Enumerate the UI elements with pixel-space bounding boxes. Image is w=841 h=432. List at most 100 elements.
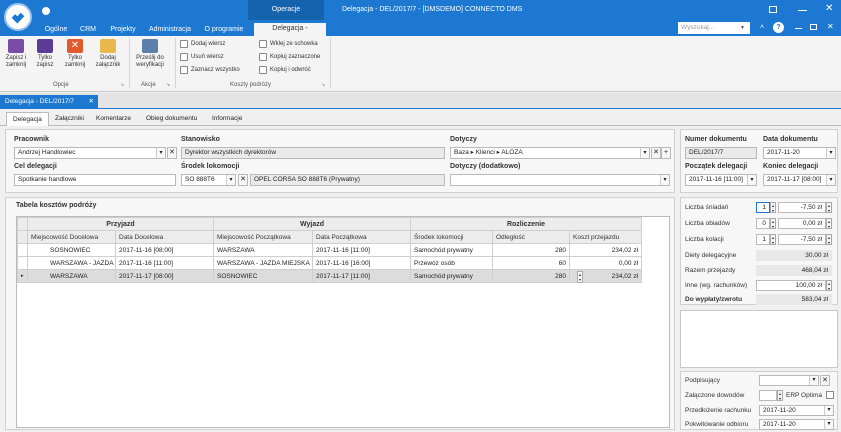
chevron-down-icon[interactable]: ▾ <box>226 175 235 185</box>
tab-delegacja-context[interactable]: Delegacja - DEL/2017/7 <box>254 23 326 44</box>
tab-o-programie[interactable]: O programie <box>203 24 245 36</box>
send-to-verification-button[interactable]: Prześlij do weryfikacji <box>132 39 168 69</box>
table-cell[interactable]: 2017-11-16 [11:00] <box>115 256 214 270</box>
spin-button[interactable]: ▴ ▾ <box>770 234 776 245</box>
chevron-down-icon[interactable]: ▾ <box>640 148 649 158</box>
copy-selected-button[interactable]: Kopiuj zaznaczone <box>259 53 320 61</box>
column-header[interactable]: Data Docelowa <box>115 230 214 244</box>
poczatek-field[interactable]: 2017-11-16 [11:00] ▾ <box>685 174 757 186</box>
tab-obieg-dokumentu[interactable]: Obieg dokumentu <box>146 112 197 126</box>
pokwitowanie-field[interactable]: 2017-11-20 ▾ <box>759 419 834 430</box>
chevron-down-icon[interactable]: ▾ <box>826 175 835 185</box>
kolacji-count[interactable]: 1 <box>756 234 770 245</box>
spin-button[interactable]: ▴ ▾ <box>826 218 832 229</box>
table-cell[interactable]: SOSNOWIEC <box>213 269 313 283</box>
clear-button[interactable]: ✕ <box>238 174 248 186</box>
window-minimize-icon[interactable] <box>798 10 807 11</box>
table-cell[interactable]: 60 <box>492 256 570 270</box>
kolacji-amount[interactable]: -7,50 zł <box>778 234 826 245</box>
inne-value[interactable]: 100,00 zł <box>756 280 826 291</box>
koniec-field[interactable]: 2017-11-17 [08:00] ▾ <box>763 174 836 186</box>
sniadan-amount[interactable]: -7,50 zł <box>778 202 826 213</box>
app-logo-icon[interactable] <box>4 3 32 31</box>
table-row[interactable]: SOSNOWIEC 2017-11-16 [08:00] WARSZAWA 20… <box>17 243 643 257</box>
tab-komentarze[interactable]: Komentarze <box>96 112 131 126</box>
mdi-restore-icon[interactable] <box>810 24 817 30</box>
pracownik-field[interactable]: Andrzej Handlowiec ▾ <box>14 147 166 159</box>
column-header[interactable]: Koszt przejazdu <box>568 230 643 244</box>
spin-button[interactable]: ▴ ▾ <box>826 202 832 213</box>
table-cell[interactable]: 2017-11-17 [11:00] <box>312 269 411 283</box>
spin-button[interactable]: ▴ ▾ <box>826 234 832 245</box>
przedlozenie-field[interactable]: 2017-11-20 ▾ <box>759 405 834 416</box>
spin-button[interactable]: ▴ ▾ <box>770 202 776 213</box>
table-cell[interactable]: 280 <box>492 269 570 283</box>
table-cell[interactable]: Przewóz osób <box>410 256 493 270</box>
help-icon[interactable]: ? <box>773 22 784 33</box>
copy-reverse-button[interactable]: Kopiuj i odwróć <box>259 66 311 74</box>
chevron-down-icon[interactable]: ▾ <box>824 420 833 429</box>
tab-projekty[interactable]: Projekty <box>106 24 140 36</box>
spin-button[interactable]: ▴ ▾ <box>577 271 583 283</box>
delete-row-button[interactable]: Usuń wiersz <box>180 53 224 61</box>
mdi-close-icon[interactable]: ✕ <box>827 22 834 31</box>
spin-button[interactable]: ▴ ▾ <box>826 280 832 291</box>
clear-button[interactable]: ✕ <box>820 375 830 386</box>
data-field[interactable]: 2017-11-20 ▾ <box>763 147 836 159</box>
table-cell[interactable]: SOSNOWIEC <box>27 243 116 257</box>
group-launcher-icon[interactable]: ↘ <box>321 82 325 88</box>
dotyczy-field[interactable]: Baza ▸ Klienci ▸ ALOZA ▾ <box>450 147 650 159</box>
search-dropdown-icon[interactable]: ▼ <box>740 25 745 31</box>
add-row-button[interactable]: Dodaj wiersz <box>180 40 225 48</box>
save-only-button[interactable]: Tylko zapisz <box>33 39 57 69</box>
document-tab[interactable]: Delegacja - DEL/2017/7 ✕ <box>0 95 98 109</box>
column-header[interactable]: Miejscowość Początkowa <box>213 230 313 244</box>
erp-optima-checkbox[interactable] <box>826 391 834 399</box>
spin-button[interactable]: ▴ ▾ <box>770 218 776 229</box>
group-launcher-icon[interactable]: ↘ <box>120 82 124 88</box>
mdi-minimize-icon[interactable] <box>795 28 802 29</box>
notes-textarea[interactable] <box>680 310 838 368</box>
tab-close-icon[interactable]: ✕ <box>89 95 94 109</box>
close-only-button[interactable]: ✕ Tylko zamknij <box>62 39 88 69</box>
table-row[interactable]: WARSZAWA - JAZDA MIEJS... 2017-11-16 [11… <box>17 256 643 270</box>
table-cell[interactable]: 280 <box>492 243 570 257</box>
obiadow-amount[interactable]: 0,00 zł <box>778 218 826 229</box>
zalaczone-value[interactable] <box>759 390 777 401</box>
column-header[interactable]: Środek lokomocji <box>410 230 493 244</box>
obiadow-count[interactable]: 0 <box>756 218 770 229</box>
tab-delegacja[interactable]: Delegacja <box>6 112 49 126</box>
cel-field[interactable]: Spotkanie handlowe <box>14 174 176 186</box>
clear-button[interactable]: ✕ <box>651 147 661 159</box>
add-button[interactable]: + <box>661 147 671 159</box>
table-cell[interactable]: 2017-11-17 [08:00] <box>115 269 214 283</box>
tab-administracja[interactable]: Administracja <box>146 24 194 36</box>
table-cell[interactable]: 234,02 zł <box>568 243 643 257</box>
column-header[interactable]: Data Początkowa <box>312 230 411 244</box>
table-cell[interactable]: 0,00 zł <box>568 256 643 270</box>
table-cell[interactable]: WARSZAWA <box>213 243 313 257</box>
column-header[interactable]: Miejscowość Docelowa <box>27 230 116 244</box>
dotyczy2-field[interactable]: ▾ <box>450 174 670 186</box>
chevron-down-icon[interactable]: ▾ <box>826 148 835 158</box>
chevron-down-icon[interactable]: ▾ <box>824 406 833 415</box>
chevron-down-icon[interactable]: ▾ <box>809 376 818 385</box>
table-cell[interactable]: Samochód prywatny <box>410 243 493 257</box>
add-attachment-button[interactable]: Dodaj załącznik <box>93 39 123 69</box>
sniadan-count[interactable]: 1 <box>756 202 770 213</box>
tab-ogolne[interactable]: Ogólne <box>41 24 71 36</box>
table-cell[interactable]: WARSZAWA - JAZDA MIEJSKA <box>213 256 313 270</box>
column-header[interactable]: Odległość <box>492 230 570 244</box>
clear-button[interactable]: ✕ <box>167 147 177 159</box>
table-cell[interactable]: WARSZAWA - JAZDA MIEJS... <box>27 256 116 270</box>
tab-crm[interactable]: CRM <box>77 24 99 36</box>
table-cell[interactable]: 2017-11-16 [11:00] <box>312 243 411 257</box>
chevron-down-icon[interactable]: ▾ <box>747 175 756 185</box>
table-cell[interactable]: Samochód prywatny <box>410 269 493 283</box>
table-cell[interactable]: WARSZAWA <box>27 269 116 283</box>
select-all-button[interactable]: Zaznacz wszystko <box>180 66 240 74</box>
group-launcher-icon[interactable]: ↘ <box>166 82 170 88</box>
window-restore-icon[interactable] <box>769 6 777 13</box>
srodek-code-field[interactable]: SO 888T6 ▾ <box>181 174 236 186</box>
tab-zalaczniki[interactable]: Załączniki <box>55 112 84 126</box>
